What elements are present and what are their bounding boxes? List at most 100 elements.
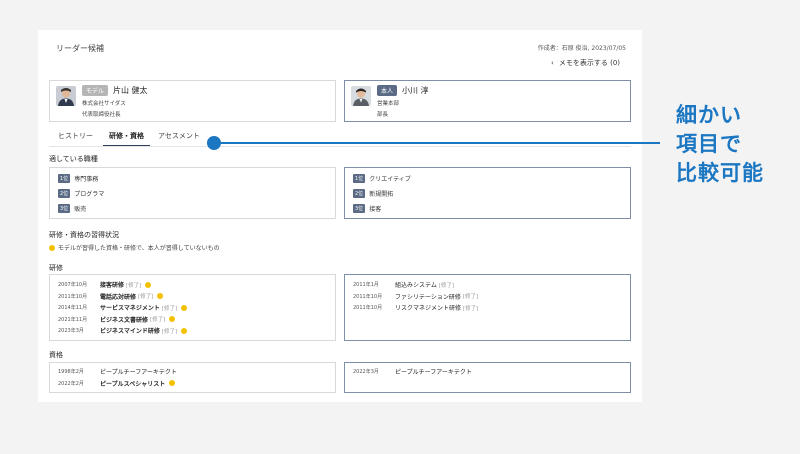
rank-badge: 1位 [58,174,71,183]
list-item: 3位 接客 [353,201,622,216]
training-date: 2007年10月 [58,282,88,289]
training-date: 2023年3月 [58,328,84,335]
table-row: 2011年1月 組込みシステム [修了] [353,279,622,291]
table-row: 2011年10月 ファシリテーション研修 [修了] [353,291,622,303]
training-name: ビジネス文書研修 [100,316,149,324]
tab-bar: ヒストリー 研修・資格 アセスメント [58,128,216,147]
callout-line [214,142,660,144]
table-row: 2014年11月 サービスマネジメント [修了] [58,302,327,314]
job-label: 販売 [74,206,87,213]
rank-badge: 3位 [353,204,366,213]
acquisition-note-text: モデルが習得した資格・研修で、本人が習得していないもの [58,245,220,252]
table-row: 2011年10月 リスクマネジメント研修 [修了] [353,302,622,314]
job-label: 接客 [369,206,382,213]
training-date: 2011年10月 [353,305,383,312]
yellow-dot-icon [157,293,164,300]
training-name: ファシリテーション研修 [395,293,461,301]
list-item: 3位 販売 [58,201,327,216]
table-row: 2007年10月 接客研修 [修了] [58,279,327,291]
yellow-dot-icon [49,244,55,251]
training-status: [修了] [462,294,479,301]
tab-training-certification[interactable]: 研修・資格 [103,128,150,147]
self-jobs-box: 1位 クリエイティブ 2位 新規開拓 3位 接客 [344,167,631,219]
self-certification-box: 2022年3月 ピープルチーフアーキテクト [344,362,631,393]
callout-line-1: 細かい [676,103,742,127]
yellow-dot-icon [169,380,176,387]
table-row: 2011年10月 電話応対研修 [修了] [58,291,327,303]
model-certification-box: 1998年2月 ピープルチーフアーキテクト 2022年2月 ピープルスペシャリス… [49,362,336,393]
certification-title: 資格 [49,351,63,359]
acquisition-note: モデルが習得した資格・研修で、本人が習得していないもの [49,243,220,252]
yellow-dot-icon [169,316,176,323]
training-name: 電話応対研修 [100,293,137,301]
training-name: サービスマネジメント [100,305,160,313]
training-status: [修了] [138,294,154,301]
list-item: 2位 プログラマ [58,186,327,201]
training-name: 接客研修 [100,282,125,290]
job-label: クリエイティブ [369,176,411,183]
certification-date: 1998年2月 [58,369,84,376]
job-label: プログラマ [74,191,105,198]
certification-name: ピープルチーフアーキテクト [395,369,472,377]
model-company: 株式会社サイダス [82,101,126,107]
table-row: 2023年3月 ビジネスマインド研修 [修了] [58,325,327,337]
page-title: リーダー候補 [56,44,104,53]
training-status: [修了] [463,305,479,312]
training-title: 研修 [49,264,63,272]
callout-line-2: 項目で [676,132,742,156]
training-name: ビジネスマインド研修 [100,328,160,336]
list-item: 1位 クリエイティブ [353,171,622,186]
model-role: 代表取締役社長 [82,112,121,118]
show-memo-link[interactable]: ‹ メモを表示する (0) [551,58,620,68]
table-row: 2022年3月 ピープルチーフアーキテクト [353,366,622,378]
list-item: 2位 新規開拓 [353,186,622,201]
training-status: [修了] [126,282,142,289]
training-status: [修了] [438,282,455,289]
training-date: 2014年11月 [58,305,88,312]
rank-badge: 1位 [353,174,366,183]
training-name: 組込みシステム [395,282,437,290]
self-tag: 本人 [377,85,398,96]
certification-date: 2022年3月 [353,369,379,376]
acquisition-title: 研修・資格の習得状況 [49,231,119,239]
table-row: 2022年2月 ピープルスペシャリスト [58,378,327,390]
yellow-dot-icon [145,281,152,288]
author-meta: 作成者：石原 俊治, 2023/07/05 [537,45,626,52]
training-status: [修了] [161,328,178,335]
model-tag: モデル [82,85,109,96]
chevron-left-icon: ‹ [551,59,554,67]
model-training-box: 2007年10月 接客研修 [修了] 2011年10月 電話応対研修 [修了] … [49,274,336,341]
certification-date: 2022年2月 [58,380,84,387]
training-date: 2021年11月 [58,316,88,323]
training-status: [修了] [161,305,178,312]
tab-history[interactable]: ヒストリー [58,128,101,147]
show-memo-label: メモを表示する (0) [558,59,620,67]
self-name: 小川 淳 [402,86,429,95]
callout-dot-icon [207,136,221,150]
rank-badge: 2位 [353,189,366,198]
training-status: [修了] [150,317,166,324]
training-date: 2011年1月 [353,282,379,289]
tab-assessment[interactable]: アセスメント [158,128,208,147]
self-role: 部長 [377,112,389,118]
self-department: 営業本部 [377,101,400,107]
certification-name: ピープルチーフアーキテクト [100,369,177,377]
rank-badge: 3位 [58,204,71,213]
self-avatar [351,86,371,106]
job-label: 新規開拓 [369,191,394,198]
model-avatar [56,86,76,106]
self-training-box: 2011年1月 組込みシステム [修了] 2011年10月 ファシリテーション研… [344,274,631,341]
training-name: リスクマネジメント研修 [395,305,462,313]
table-row: 1998年2月 ピープルチーフアーキテクト [58,366,327,378]
model-person-card: モデル 片山 健太 株式会社サイダス 代表取締役社長 [49,80,336,122]
callout-text: 細かい 項目で 比較可能 [676,101,786,188]
model-name: 片山 健太 [113,86,148,95]
tab-divider [49,146,631,147]
list-item: 1位 専門事務 [58,171,327,186]
table-row: 2021年11月 ビジネス文書研修 [修了] [58,314,327,326]
yellow-dot-icon [181,304,188,311]
callout-line-3: 比較可能 [676,161,764,185]
job-label: 専門事務 [74,176,99,183]
certification-name: ピープルスペシャリスト [100,380,166,388]
yellow-dot-icon [181,327,188,334]
